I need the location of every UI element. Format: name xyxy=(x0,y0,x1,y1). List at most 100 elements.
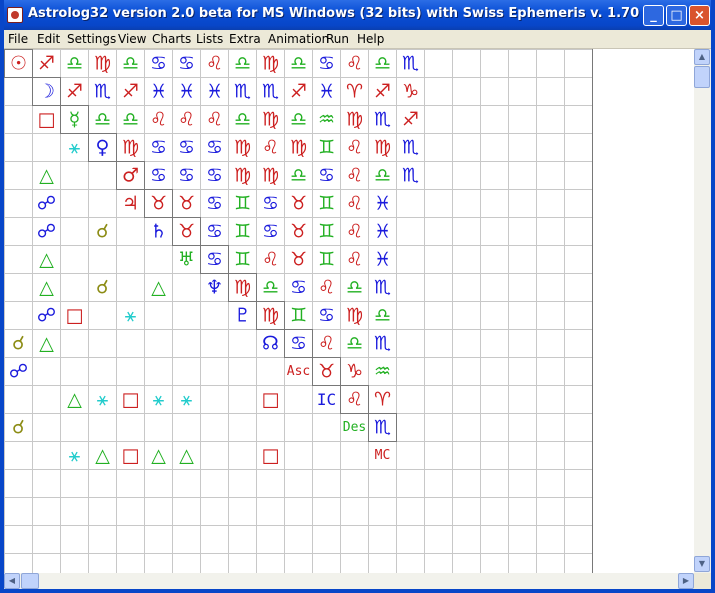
lib-glyph-icon: ♎ xyxy=(66,53,83,75)
leo-glyph-icon: ♌ xyxy=(346,249,363,271)
lib-glyph-icon: ♎ xyxy=(290,165,307,187)
gem-glyph-icon: ♊ xyxy=(290,305,307,327)
menu-lists[interactable]: Lists xyxy=(196,32,223,46)
can-glyph-icon: ♋ xyxy=(318,165,335,187)
scroll-right-button[interactable]: ▶ xyxy=(678,573,694,589)
neptune-glyph-icon: ♆ xyxy=(206,277,223,299)
can-glyph-icon: ♋ xyxy=(150,165,167,187)
horizontal-scrollbar[interactable]: ◀ ▶ xyxy=(4,573,694,589)
conjunction-glyph-icon: ☌ xyxy=(96,277,109,299)
scroll-left-button[interactable]: ◀ xyxy=(4,573,20,589)
can-glyph-icon: ♋ xyxy=(290,277,307,299)
sag-glyph-icon: ♐ xyxy=(374,81,391,103)
mars-glyph-icon: ♂ xyxy=(122,165,139,187)
menu-extra[interactable]: Extra xyxy=(229,32,261,46)
lib-glyph-icon: ♎ xyxy=(122,53,139,75)
astrolog-app-icon[interactable] xyxy=(7,7,23,23)
lib-glyph-icon: ♎ xyxy=(374,165,391,187)
leo-glyph-icon: ♌ xyxy=(178,109,195,131)
des-glyph-icon: Des xyxy=(343,420,366,435)
can-glyph-icon: ♋ xyxy=(150,53,167,75)
tau-glyph-icon: ♉ xyxy=(150,193,167,215)
sextile-glyph-icon: ⚹ xyxy=(181,389,193,411)
leo-glyph-icon: ♌ xyxy=(346,221,363,243)
leo-glyph-icon: ♌ xyxy=(262,137,279,159)
can-glyph-icon: ♋ xyxy=(318,53,335,75)
aspect-grid[interactable]: ☉ ♐ ♎ ♍ ♎ ♋ ♋ ♌ ♎ ♍ ♎ ♋ ♌ ♎ ♏ ☽ ♐ ♏ ♐ ♓ ♓ ♓ ♏ ♏ ♐ ♓ ♈ ♐ ♑ □ ☿ ♎ ♎ ♌ ♌ ♌ ♎ ♍ ♎ ♒… xyxy=(4,49,694,573)
pis-glyph-icon: ♓ xyxy=(206,81,223,103)
sco-glyph-icon: ♏ xyxy=(262,81,279,103)
menu-edit[interactable]: Edit xyxy=(37,32,60,46)
lib-glyph-icon: ♎ xyxy=(374,53,391,75)
can-glyph-icon: ♋ xyxy=(262,221,279,243)
gem-glyph-icon: ♊ xyxy=(234,221,251,243)
size-grip[interactable] xyxy=(694,573,711,589)
aqu-glyph-icon: ♒ xyxy=(374,361,391,383)
trine-glyph-icon: △ xyxy=(67,389,82,411)
menu-settings[interactable]: Settings xyxy=(67,32,116,46)
gem-glyph-icon: ♊ xyxy=(234,249,251,271)
scroll-down-button[interactable]: ▼ xyxy=(694,556,710,572)
can-glyph-icon: ♋ xyxy=(206,165,223,187)
node-glyph-icon: ☊ xyxy=(262,333,279,355)
leo-glyph-icon: ♌ xyxy=(346,165,363,187)
sco-glyph-icon: ♏ xyxy=(94,81,111,103)
close-button[interactable]: × xyxy=(689,5,710,26)
trine-glyph-icon: △ xyxy=(39,333,54,355)
tau-glyph-icon: ♉ xyxy=(290,249,307,271)
leo-glyph-icon: ♌ xyxy=(346,389,363,411)
menu-bar: File Edit Settings View Charts Lists Ext… xyxy=(0,30,715,49)
minimize-button[interactable]: _ xyxy=(643,5,664,26)
sun-glyph-icon: ☉ xyxy=(10,53,27,75)
asc-glyph-icon: Asc xyxy=(287,364,310,379)
aqu-glyph-icon: ♒ xyxy=(318,109,335,131)
pis-glyph-icon: ♓ xyxy=(374,193,391,215)
lib-glyph-icon: ♎ xyxy=(234,53,251,75)
horizontal-scroll-thumb[interactable] xyxy=(21,573,39,589)
sag-glyph-icon: ♐ xyxy=(38,53,55,75)
can-glyph-icon: ♋ xyxy=(290,333,307,355)
gem-glyph-icon: ♊ xyxy=(318,221,335,243)
vir-glyph-icon: ♍ xyxy=(262,109,279,131)
leo-glyph-icon: ♌ xyxy=(150,109,167,131)
sag-glyph-icon: ♐ xyxy=(122,81,139,103)
menu-run[interactable]: Run xyxy=(326,32,349,46)
scroll-up-button[interactable]: ▲ xyxy=(694,49,710,65)
tau-glyph-icon: ♉ xyxy=(178,221,195,243)
jupiter-glyph-icon: ♃ xyxy=(122,193,139,215)
uranus-glyph-icon: ♅ xyxy=(178,249,195,271)
lib-glyph-icon: ♎ xyxy=(234,109,251,131)
can-glyph-icon: ♋ xyxy=(318,305,335,327)
menu-help[interactable]: Help xyxy=(357,32,384,46)
menu-file[interactable]: File xyxy=(8,32,28,46)
can-glyph-icon: ♋ xyxy=(262,193,279,215)
maximize-button[interactable]: □ xyxy=(666,5,687,26)
leo-glyph-icon: ♌ xyxy=(318,333,335,355)
conjunction-glyph-icon: ☌ xyxy=(96,221,109,243)
aspect-grid-area[interactable]: ☉ ♐ ♎ ♍ ♎ ♋ ♋ ♌ ♎ ♍ ♎ ♋ ♌ ♎ ♏ ☽ ♐ ♏ ♐ ♓ ♓ ♓ ♏ ♏ ♐ ♓ ♈ ♐ ♑ □ ☿ ♎ ♎ ♌ ♌ ♌ ♎ ♍ ♎ ♒… xyxy=(4,49,694,573)
lib-glyph-icon: ♎ xyxy=(346,277,363,299)
menu-charts[interactable]: Charts xyxy=(152,32,191,46)
vertical-scroll-thumb[interactable] xyxy=(694,66,710,88)
vertical-scrollbar[interactable]: ▲ ▼ xyxy=(694,49,711,573)
ari-glyph-icon: ♈ xyxy=(346,81,363,103)
leo-glyph-icon: ♌ xyxy=(346,137,363,159)
menu-view[interactable]: View xyxy=(118,32,146,46)
menu-animation[interactable]: Animation xyxy=(268,32,329,46)
vir-glyph-icon: ♍ xyxy=(374,137,391,159)
gem-glyph-icon: ♊ xyxy=(234,193,251,215)
lib-glyph-icon: ♎ xyxy=(346,333,363,355)
ic-glyph-icon: IC xyxy=(317,390,336,409)
vir-glyph-icon: ♍ xyxy=(346,305,363,327)
can-glyph-icon: ♋ xyxy=(178,137,195,159)
lib-glyph-icon: ♎ xyxy=(290,53,307,75)
can-glyph-icon: ♋ xyxy=(178,165,195,187)
pis-glyph-icon: ♓ xyxy=(374,249,391,271)
leo-glyph-icon: ♌ xyxy=(346,193,363,215)
gem-glyph-icon: ♊ xyxy=(318,249,335,271)
sextile-glyph-icon: ⚹ xyxy=(125,305,137,327)
trine-glyph-icon: △ xyxy=(39,277,54,299)
square-glyph-icon: □ xyxy=(122,389,140,411)
vir-glyph-icon: ♍ xyxy=(234,165,251,187)
sag-glyph-icon: ♐ xyxy=(290,81,307,103)
